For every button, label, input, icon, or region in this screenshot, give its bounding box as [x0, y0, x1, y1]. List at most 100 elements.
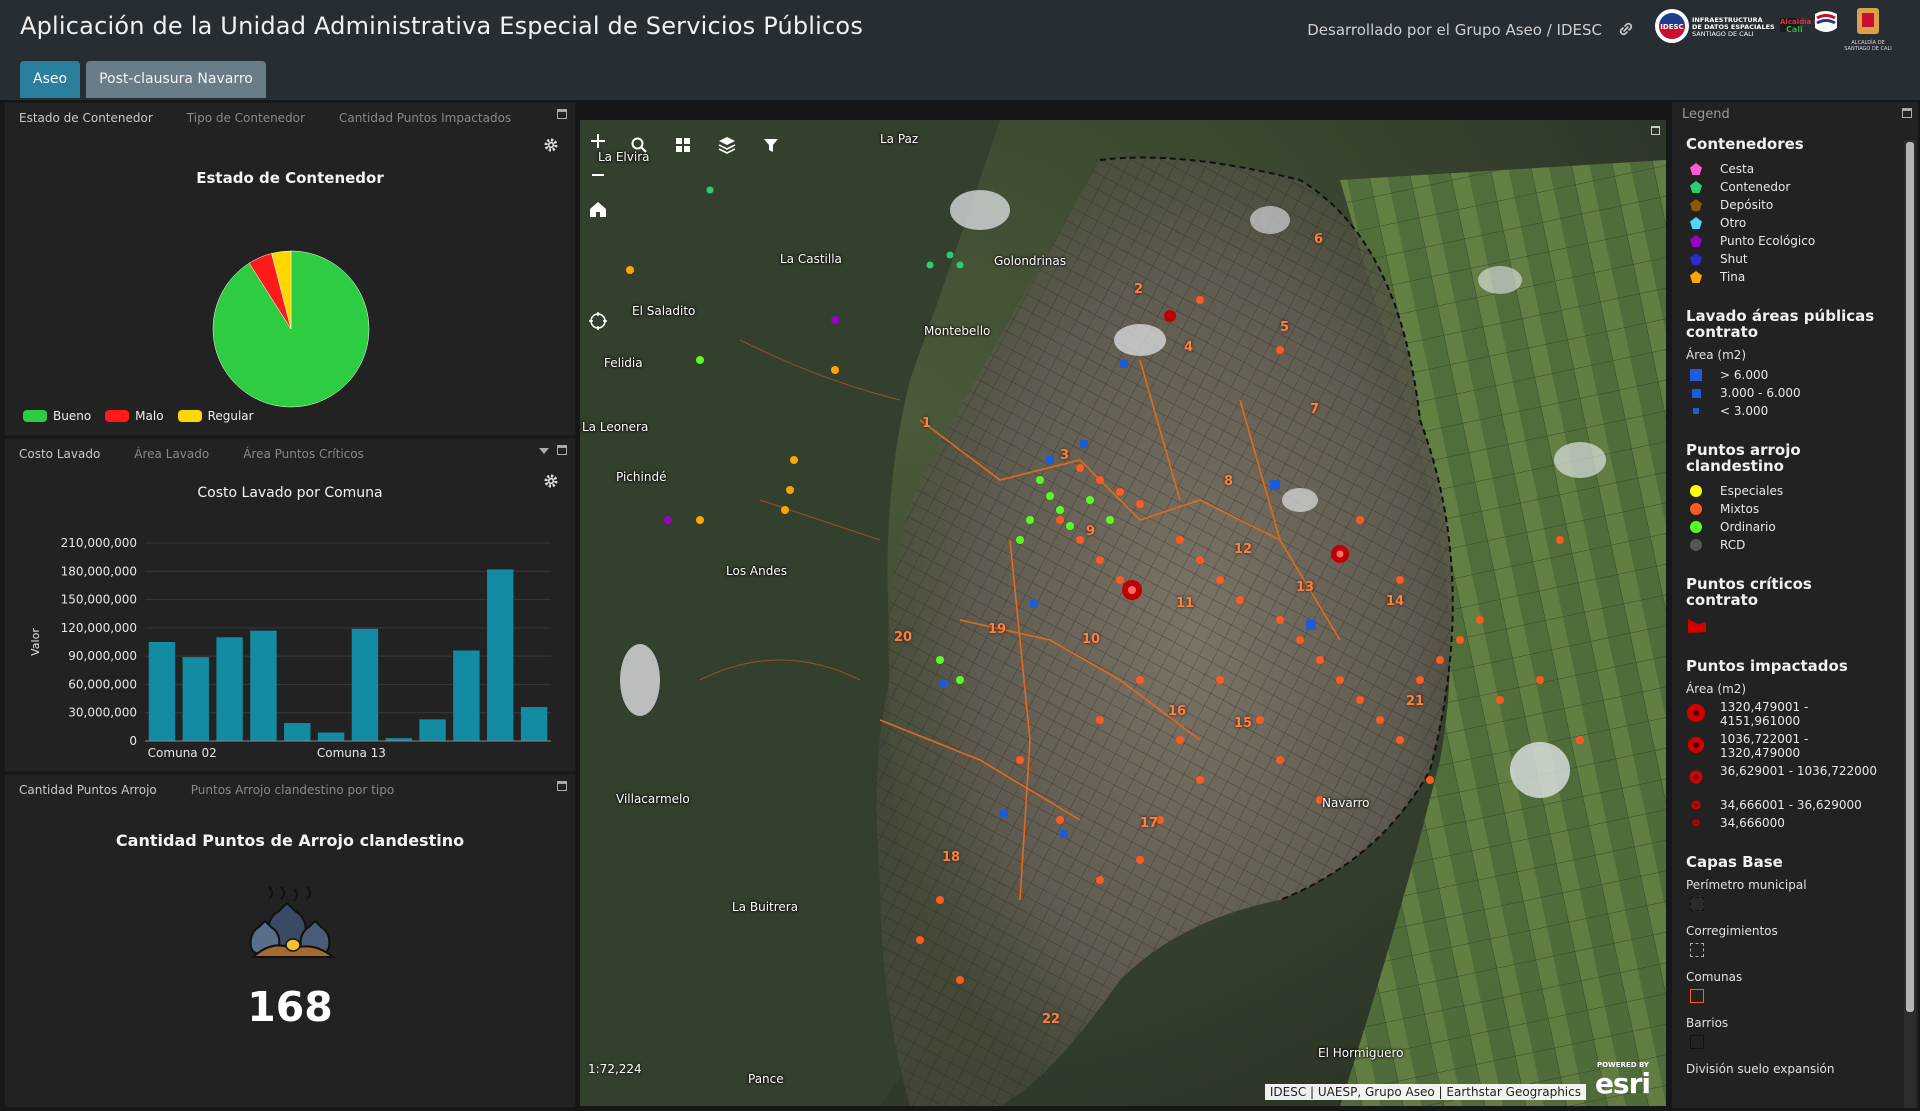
legend-item-shut: Shut [1686, 250, 1886, 268]
zoom-in-button[interactable] [583, 126, 613, 156]
link-icon[interactable] [1616, 19, 1636, 39]
comuna-label: 22 [1042, 1012, 1061, 1027]
circle-icon [1690, 503, 1702, 515]
tab-cantidad-puntos-arrojo[interactable]: Cantidad Puntos Arrojo [19, 783, 157, 797]
crosshair-icon [589, 312, 607, 330]
zoom-out-button[interactable] [583, 160, 613, 190]
logos: IDESC INFRAESTRUCTURA DE DATOS ESPACIALE… [1652, 4, 1900, 52]
scrollbar-thumb[interactable] [1906, 142, 1914, 1012]
home-icon [590, 202, 606, 217]
legend-label-comunas: Comunas [1686, 970, 1743, 984]
legend-scrollbar[interactable] [1904, 140, 1916, 1108]
comuna-label: 20 [894, 630, 913, 645]
dashed-square-icon [1690, 897, 1704, 911]
legend-label-malo: Malo [135, 409, 164, 423]
maximize-button[interactable] [1651, 126, 1660, 135]
legend-label: 1320,479001 - 4151,961000 [1720, 700, 1809, 728]
legend-swatch-bueno [23, 410, 47, 422]
legend-label: Tina [1720, 270, 1746, 284]
panel-tabs: Cantidad Puntos Arrojo Puntos Arrojo cla… [19, 783, 394, 797]
filter-button[interactable] [756, 130, 786, 160]
y-tick-label: 30,000,000 [68, 706, 137, 720]
bar[interactable] [317, 732, 345, 741]
y-tick-label: 180,000,000 [61, 564, 137, 578]
tab-cantidad-puntos-impactados[interactable]: Cantidad Puntos Impactados [339, 111, 511, 125]
bar[interactable] [351, 628, 379, 741]
place-label: La Leonera [582, 420, 649, 434]
place-label: El Hormiguero [1318, 1046, 1404, 1060]
bar[interactable] [250, 630, 277, 741]
bar[interactable] [284, 723, 311, 741]
legend-item-lavado-medium: 3.000 - 6.000 [1686, 384, 1886, 402]
pentagon-icon [1690, 253, 1702, 265]
comuna-label: 15 [1234, 716, 1253, 731]
legend-item-impactado-3: 36,629001 - 1036,722000 [1686, 764, 1886, 796]
esri-powered-by: POWERED BY [1596, 1061, 1649, 1069]
place-label: El Saladito [632, 304, 696, 318]
square-icon [1693, 408, 1699, 414]
legend-label: Cesta [1720, 162, 1755, 176]
maximize-button[interactable] [1902, 108, 1912, 118]
bar[interactable] [419, 719, 446, 741]
tab-estado-contenedor[interactable]: Estado de Contenedor [19, 111, 153, 125]
legend-label-corregimientos: Corregimientos [1686, 924, 1778, 938]
bar[interactable] [216, 637, 243, 741]
puntos-mixtos [916, 296, 1584, 984]
comuna-label: 19 [988, 622, 1007, 637]
tab-puntos-arrojo-por-tipo[interactable]: Puntos Arrojo clandestino por tipo [191, 783, 394, 797]
home-button[interactable] [583, 194, 613, 224]
legend-label: Shut [1720, 252, 1748, 266]
legend-item-otro: Otro [1686, 214, 1886, 232]
comuna-label: 7 [1310, 402, 1320, 417]
comuna-label: 18 [942, 850, 961, 865]
circle-icon [1690, 521, 1702, 533]
bar[interactable] [182, 657, 209, 741]
x-tick-label: Comuna 02 [148, 746, 217, 760]
comuna-label: 3 [1060, 448, 1070, 463]
filter-icon [764, 139, 778, 152]
gear-icon[interactable] [543, 137, 559, 153]
bar[interactable] [487, 569, 514, 741]
comuna-label: 10 [1082, 632, 1101, 647]
garbage-bags-icon [249, 886, 336, 958]
legend-item-ordinario: Ordinario [1686, 518, 1886, 536]
locate-button[interactable] [583, 306, 613, 336]
legend-section-title: Lavado áreas públicas contrato [1686, 307, 1875, 341]
search-button[interactable] [624, 130, 654, 160]
legend-item-impactado-2: 1036,722001 - 1320,479000 [1686, 732, 1886, 764]
x-tick-label: Comuna 13 [317, 746, 386, 760]
maximize-button[interactable] [557, 781, 567, 791]
comuna-label: 4 [1184, 340, 1194, 355]
cantidad-puntos-arrojo-panel: Cantidad Puntos Arrojo Puntos Arrojo cla… [4, 774, 576, 1108]
dashed-square-icon [1690, 943, 1704, 957]
map-attribution: IDESC | UAESP, Grupo Aseo | Earthstar Ge… [1264, 1084, 1586, 1100]
app-title: Aplicación de la Unidad Administrativa E… [20, 12, 864, 40]
tab-post-clausura-navarro[interactable]: Post-clausura Navarro [86, 61, 266, 98]
bar[interactable] [148, 642, 176, 741]
basemap-gallery-button[interactable] [668, 130, 698, 160]
map-view[interactable]: La Paz La Elvira La Castilla Golondrinas… [580, 120, 1666, 1106]
legend-label-bueno: Bueno [53, 409, 92, 423]
layers-icon [718, 137, 736, 154]
pentagon-icon [1690, 181, 1702, 193]
bar[interactable] [453, 650, 480, 741]
credit-text: Desarrollado por el Grupo Aseo / IDESC [1307, 21, 1602, 39]
y-tick-label: 90,000,000 [68, 649, 137, 663]
punto-ecologico [664, 316, 839, 524]
tab-aseo[interactable]: Aseo [20, 61, 81, 98]
comuna-label: 6 [1314, 232, 1324, 247]
comuna-label: 5 [1280, 320, 1290, 335]
place-label: La Paz [880, 132, 919, 146]
estado-contenedor-panel: Estado de Contenedor Tipo de Contenedor … [4, 102, 576, 436]
indicator-title: Cantidad Puntos de Arrojo clandestino [115, 831, 465, 850]
maximize-button[interactable] [557, 109, 567, 119]
bar[interactable] [520, 707, 548, 741]
y-tick-label: 150,000,000 [61, 593, 137, 607]
tab-tipo-contenedor[interactable]: Tipo de Contenedor [187, 111, 305, 125]
layer-list-button[interactable] [712, 130, 742, 160]
place-label: Golondrinas [994, 254, 1067, 268]
square-outline-icon [1690, 989, 1704, 1003]
legend-label-expansion: División suelo expansión [1686, 1062, 1835, 1076]
svg-text:Cali: Cali [1786, 25, 1803, 34]
chart-title: Estado de Contenedor [196, 169, 384, 187]
